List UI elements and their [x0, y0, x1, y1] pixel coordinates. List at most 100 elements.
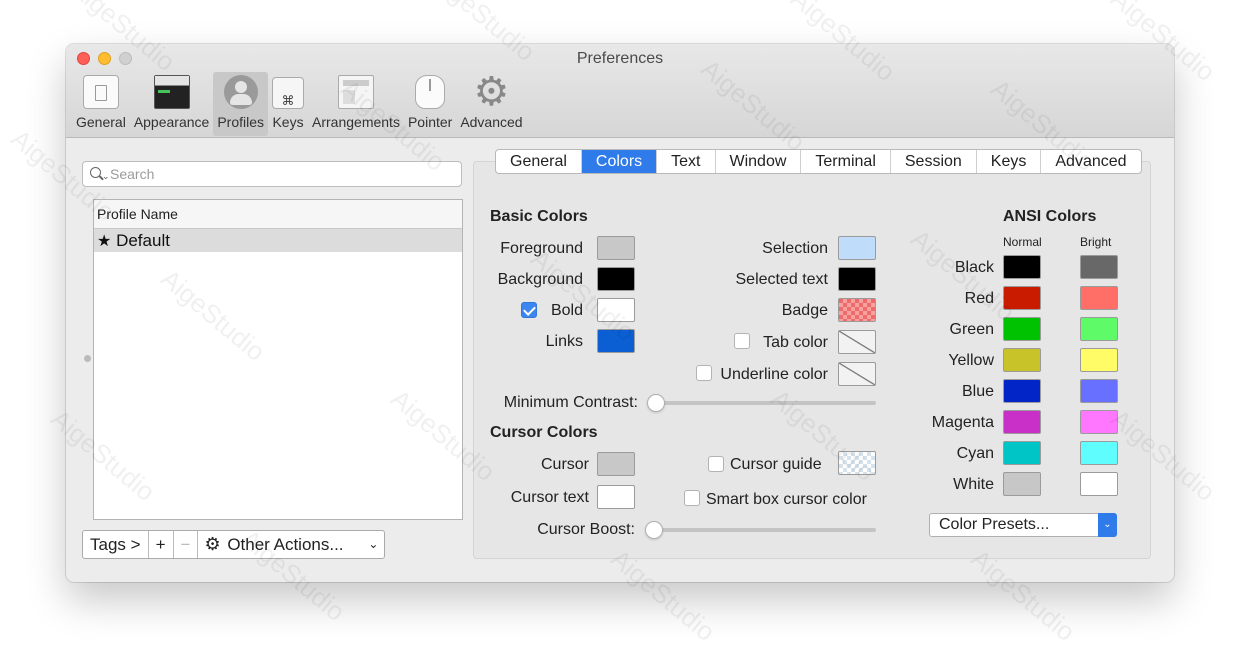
underline-color-label: Underline color: [706, 366, 828, 384]
keys-icon: ⌘: [272, 77, 304, 109]
cursor-color-well[interactable]: [597, 452, 635, 476]
cursor-guide-color-well[interactable]: [838, 451, 876, 475]
ansi-yellow-normal-well[interactable]: [1003, 348, 1041, 372]
smart-box-cursor-label: Smart box cursor color: [706, 491, 867, 509]
tab-keys[interactable]: Keys: [977, 150, 1042, 173]
ansi-colors-heading: ANSI Colors: [1003, 208, 1096, 226]
preferences-window: Preferences General Appearance Profiles …: [66, 44, 1174, 582]
cursor-boost-knob[interactable]: [645, 521, 663, 539]
tags-button[interactable]: Tags >: [83, 531, 149, 558]
ansi-cyan-label: Cyan: [906, 445, 994, 463]
ansi-blue-normal-well[interactable]: [1003, 379, 1041, 403]
toolbar-profiles[interactable]: Profiles: [213, 72, 268, 136]
minimum-contrast-knob[interactable]: [647, 394, 665, 412]
resize-handle[interactable]: [84, 355, 91, 362]
window-title: Preferences: [66, 50, 1174, 68]
background-label: Background: [476, 271, 583, 289]
profile-row-default[interactable]: ★ Default: [94, 229, 462, 252]
appearance-icon: [154, 75, 190, 109]
profile-list: Profile Name ★ Default: [93, 199, 463, 520]
color-presets-label: Color Presets...: [939, 516, 1049, 533]
tab-color-well[interactable]: [838, 330, 876, 354]
toolbar-pointer[interactable]: Pointer: [404, 72, 456, 136]
links-color-well[interactable]: [597, 329, 635, 353]
ansi-green-bright-well[interactable]: [1080, 317, 1118, 341]
cursor-boost-label: Cursor Boost:: [476, 521, 635, 539]
search-menu-chevron-icon: ⌄: [102, 164, 110, 188]
bold-label: Bold: [536, 302, 583, 320]
ansi-red-normal-well[interactable]: [1003, 286, 1041, 310]
toolbar-label: Appearance: [134, 114, 210, 130]
add-profile-button[interactable]: +: [149, 531, 174, 558]
toolbar-label: General: [76, 114, 126, 130]
toolbar-arrangements[interactable]: Arrangements: [308, 72, 404, 136]
selected-text-label: Selected text: [666, 271, 828, 289]
pointer-icon: [415, 75, 445, 109]
ansi-black-normal-well[interactable]: [1003, 255, 1041, 279]
tab-colors[interactable]: Colors: [582, 150, 657, 173]
selection-color-well[interactable]: [838, 236, 876, 260]
arrangements-icon: [338, 75, 374, 109]
profile-name-column-header[interactable]: Profile Name: [94, 200, 462, 229]
bold-checkbox[interactable]: [521, 302, 537, 318]
underline-color-well[interactable]: [838, 362, 876, 386]
ansi-red-bright-well[interactable]: [1080, 286, 1118, 310]
ansi-green-normal-well[interactable]: [1003, 317, 1041, 341]
cursor-text-color-well[interactable]: [597, 485, 635, 509]
ansi-cyan-normal-well[interactable]: [1003, 441, 1041, 465]
ansi-magenta-label: Magenta: [906, 414, 994, 432]
ansi-blue-bright-well[interactable]: [1080, 379, 1118, 403]
toolbar-advanced[interactable]: ⚙ Advanced: [456, 72, 526, 136]
badge-color-well[interactable]: [838, 298, 876, 322]
tab-color-label: Tab color: [746, 334, 828, 352]
search-input[interactable]: Search ⌄: [82, 161, 462, 187]
ansi-red-label: Red: [906, 290, 994, 308]
ansi-black-bright-well[interactable]: [1080, 255, 1118, 279]
selection-label: Selection: [666, 240, 828, 258]
tab-window[interactable]: Window: [716, 150, 802, 173]
cursor-guide-label: Cursor guide: [730, 456, 822, 474]
remove-profile-button[interactable]: −: [174, 531, 199, 558]
background-color-well[interactable]: [597, 267, 635, 291]
badge-label: Badge: [666, 302, 828, 320]
toolbar-keys[interactable]: ⌘ Keys: [268, 72, 308, 136]
general-icon: [83, 75, 119, 109]
color-presets-dropdown[interactable]: Color Presets... ⌄: [929, 513, 1117, 537]
toolbar-label: Profiles: [217, 114, 264, 130]
cursor-label: Cursor: [476, 456, 589, 474]
smart-box-cursor-checkbox[interactable]: [684, 490, 700, 506]
ansi-cyan-bright-well[interactable]: [1080, 441, 1118, 465]
tab-session[interactable]: Session: [891, 150, 977, 173]
ansi-magenta-bright-well[interactable]: [1080, 410, 1118, 434]
toolbar-general[interactable]: General: [72, 72, 130, 136]
cursor-colors-heading: Cursor Colors: [490, 424, 598, 442]
foreground-color-well[interactable]: [597, 236, 635, 260]
chevron-down-icon: ⌄: [1098, 513, 1117, 537]
profiles-icon: [224, 75, 258, 109]
bold-color-well[interactable]: [597, 298, 635, 322]
selected-text-color-well[interactable]: [838, 267, 876, 291]
ansi-white-bright-well[interactable]: [1080, 472, 1118, 496]
basic-colors-heading: Basic Colors: [490, 208, 588, 226]
toolbar-appearance[interactable]: Appearance: [130, 72, 214, 136]
ansi-white-normal-well[interactable]: [1003, 472, 1041, 496]
toolbar-label: Arrangements: [312, 114, 400, 130]
cursor-guide-checkbox[interactable]: [708, 456, 724, 472]
ansi-bright-label: Bright: [1080, 235, 1111, 249]
tab-text[interactable]: Text: [657, 150, 715, 173]
other-actions-label: Other Actions...: [227, 535, 343, 554]
cursor-text-label: Cursor text: [476, 489, 589, 507]
preferences-toolbar: General Appearance Profiles ⌘ Keys Arran…: [72, 72, 527, 136]
tab-terminal[interactable]: Terminal: [801, 150, 890, 173]
ansi-magenta-normal-well[interactable]: [1003, 410, 1041, 434]
ansi-yellow-bright-well[interactable]: [1080, 348, 1118, 372]
toolbar-label: Pointer: [408, 114, 452, 130]
tab-advanced[interactable]: Advanced: [1041, 150, 1140, 173]
chevron-down-icon: ⌄: [368, 531, 378, 558]
profile-actions-bar: Tags > + − ⚙ Other Actions... ⌄: [82, 530, 385, 559]
other-actions-dropdown[interactable]: ⚙ Other Actions... ⌄: [198, 531, 384, 558]
tab-general[interactable]: General: [496, 150, 582, 173]
minimum-contrast-slider[interactable]: [654, 401, 876, 405]
cursor-boost-slider[interactable]: [652, 528, 876, 532]
ansi-yellow-label: Yellow: [906, 352, 994, 370]
